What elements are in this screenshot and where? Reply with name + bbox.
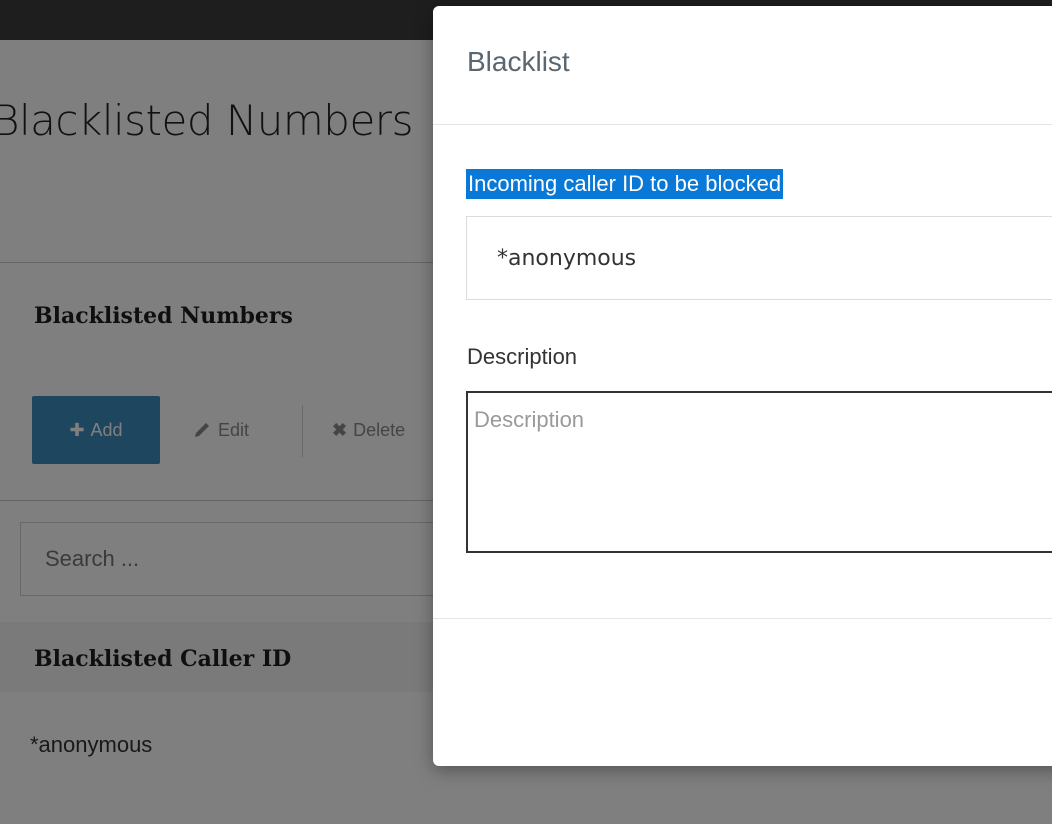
modal-footer-divider [433,618,1052,619]
description-label: Description [467,344,578,369]
modal-header-divider [433,124,1052,125]
caller-id-label: Incoming caller ID to be blocked [466,169,784,199]
modal-title: Blacklist [467,46,570,77]
caller-id-input[interactable] [466,216,1052,300]
page: Blacklisted Numbers Blacklisted Numbers … [0,0,1052,824]
description-textarea[interactable] [466,391,1052,553]
blacklist-modal: Blacklist Incoming caller ID to be block… [433,6,1052,766]
